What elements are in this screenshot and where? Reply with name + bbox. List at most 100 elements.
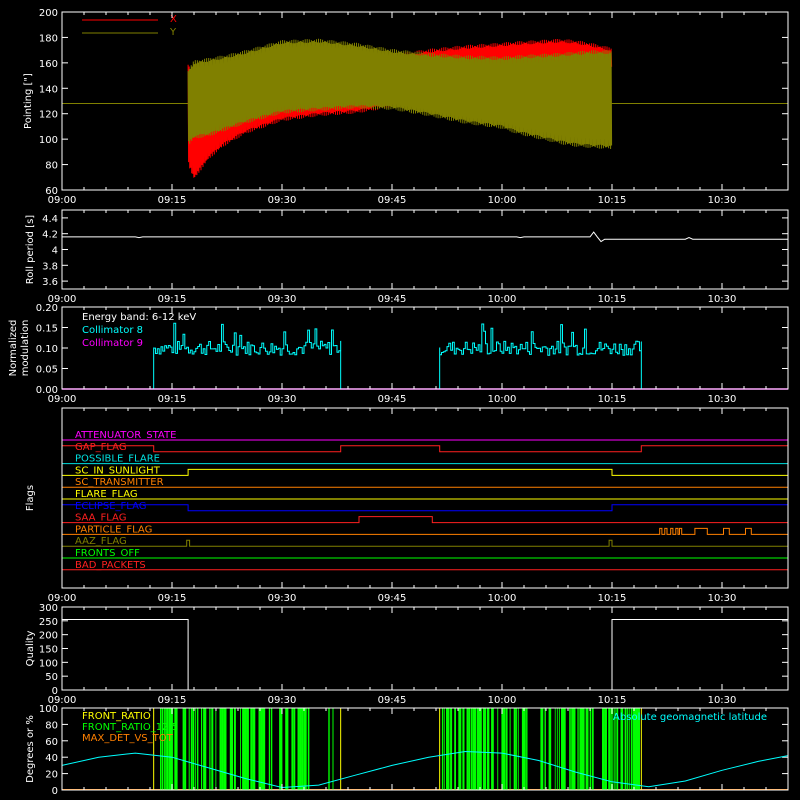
flag-label-sc-transmitter: SC_TRANSMITTER [75,477,164,488]
quality-ytick-label: 250 [39,617,58,628]
front-ratio-12-5-bar [606,708,607,790]
flag-label-sc-in-sunlight: SC_IN_SUNLIGHT [75,465,161,476]
front-ratio-12-5-bar [454,708,456,790]
pointing-ytick-label: 180 [39,33,58,44]
front-ratio-12-5-bar [166,708,168,790]
legend-label-collimator8: Collimator 8 [82,325,143,336]
pointing-ytick-label: 200 [39,8,58,19]
ratios-ytick-label: 100 [39,704,58,715]
front-ratio-12-5-bar [544,708,546,790]
front-ratio-12-5-bar [448,708,450,790]
roll-xtick-label: 09:15 [158,294,187,305]
front-ratio-12-5-bar [164,708,166,790]
energy-band-label: Energy band: 6-12 keV [82,312,196,323]
front-ratio-12-5-bar [291,708,294,790]
pointing-xtick-label: 10:30 [708,195,737,206]
front-ratio-12-5-bar [258,708,261,790]
front-ratio-12-5-bar [231,708,233,790]
front-ratio-12-5-bar [526,708,528,790]
pointing-xtick-label: 09:30 [268,195,297,206]
front-ratio-12-5-bar [281,708,283,790]
flag-label-eclipse-flag: ECLIPSE_FLAG [75,501,146,512]
front-ratio-12-5-bar [299,708,302,790]
flags-xtick-label: 09:30 [268,593,297,604]
quality-xtick-label: 09:45 [378,695,407,706]
front-ratio-12-5-bar [585,708,589,790]
roll-ytick-label: 4.4 [42,214,58,225]
flags-xtick-label: 10:00 [488,593,517,604]
modulation-ytick-label: 0.05 [36,365,58,376]
front-ratio-12-5-bar [244,708,247,790]
modulation-xtick-label: 09:30 [268,394,297,405]
front-ratio-12-5-bar [190,708,193,790]
front-ratio-12-5-bar [184,708,187,790]
pointing-ytick-label: 80 [45,161,58,172]
front-ratio-12-5-bar [262,708,266,790]
roll-ytick-label: 3.6 [42,277,58,288]
front-ratio-12-5-bar [487,708,490,790]
flag-label-flare-flag: FLARE_FLAG [75,489,138,500]
legend-label-front-ratio-12-5: FRONT_RATIO_12.5 [82,722,178,733]
roll-xtick-label: 09:30 [268,294,297,305]
front-ratio-12-5-bar [509,708,511,790]
front-ratio-12-5-bar [485,708,487,790]
pointing-xtick-label: 10:15 [598,195,627,206]
modulation-xtick-label: 09:15 [158,394,187,405]
front-ratio-12-5-bar [517,708,519,790]
legend-label-x: X [170,14,177,25]
quality-ytick-label: 100 [39,658,58,669]
pointing-xtick-label: 09:45 [378,195,407,206]
ratios-ytick-label: 0 [52,786,58,797]
legend-label-front-ratio: FRONT_RATIO [82,711,151,722]
front-ratio-12-5-bar [293,708,296,790]
quality-xtick-label: 10:00 [488,695,517,706]
front-ratio-12-5-bar [211,708,214,790]
front-ratio-12-5-bar [583,708,585,790]
ratios-ytick-label: 60 [45,737,58,748]
quality-ytick-label: 300 [39,603,58,614]
ratios-ylabel: Degrees or % [25,715,36,783]
front-ratio-12-5-bar [480,708,482,790]
front-ratio-12-5-bar [450,708,453,790]
front-ratio-12-5-bar [160,708,162,790]
front-ratio-12-5-bar [501,708,504,790]
ratios-ytick-label: 20 [45,770,58,781]
quality-ytick-label: 50 [45,672,58,683]
front-ratio-12-5-bar [297,708,300,790]
front-ratio-12-5-bar [589,708,592,790]
front-ratio-12-5-bar [188,708,190,790]
roll-ytick-label: 4 [52,246,58,257]
front-ratio-12-5-bar [194,708,196,790]
front-ratio-12-5-bar [573,708,576,790]
modulation-ylabel: Normalizedmodulation [8,320,31,377]
front-ratio-12-5-bar [558,708,560,790]
flag-label-gap-flag: GAP_FLAG [75,442,127,453]
legend-label-y: Y [169,27,177,38]
front-ratio-12-5-bar [591,708,594,790]
front-ratio-12-5-bar [172,708,174,790]
front-ratio-12-5-bar [192,708,195,790]
front-ratio-12-5-bar [608,708,610,790]
front-ratio-12-5-bar [221,708,224,790]
front-ratio-12-5-bar [170,708,173,790]
front-ratio-12-5-bar [515,708,517,790]
pointing-ytick-label: 160 [39,59,58,70]
flags-xtick-label: 10:30 [708,593,737,604]
front-ratio-12-5-bar [176,708,178,790]
front-ratio-12-5-bar [252,708,256,790]
modulation-xtick-label: 10:30 [708,394,737,405]
front-ratio-12-5-bar [223,708,227,790]
front-ratio-12-5-bar [174,708,177,790]
front-ratio-12-5-bar [470,708,473,790]
front-ratio-12-5-bar [610,708,612,790]
quality-ytick-label: 200 [39,631,58,642]
front-ratio-12-5-bar [554,708,556,790]
front-ratio-12-5-bar [524,708,526,790]
front-ratio-12-5-bar [604,708,607,790]
quality-xtick-label: 10:30 [708,695,737,706]
front-ratio-12-5-bar [219,708,222,790]
front-ratio-12-5-bar [491,708,494,790]
pointing-ylabel: Pointing ["] [23,73,34,129]
modulation-ylabel-line: Normalized [8,320,19,377]
roll-xtick-label: 10:15 [598,294,627,305]
